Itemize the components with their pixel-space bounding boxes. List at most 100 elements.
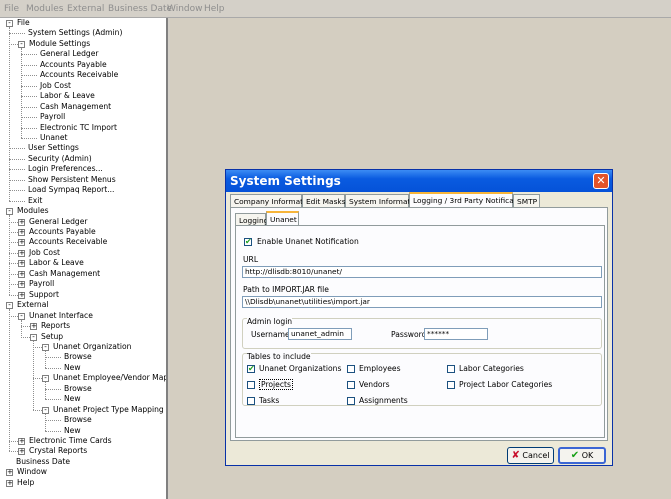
tree-item-load-sympaq-report[interactable]: Load Sympaq Report... xyxy=(28,185,114,195)
tree-item-general-ledger[interactable]: General Ledger xyxy=(29,217,88,227)
tree-item-show-persistent-menus[interactable]: Show Persistent Menus xyxy=(28,175,116,185)
tree-connector xyxy=(9,232,18,233)
expand-icon[interactable]: + xyxy=(18,260,25,268)
expand-icon[interactable]: + xyxy=(18,291,25,299)
tab-edit-masks[interactable]: Edit Masks xyxy=(302,194,346,208)
password-input[interactable]: ****** xyxy=(424,328,488,340)
menu-modules[interactable]: Modules xyxy=(26,4,63,14)
expand-icon[interactable]: + xyxy=(18,229,25,236)
tree-item-setup[interactable]: Setup xyxy=(41,332,63,342)
expand-icon[interactable]: + xyxy=(18,281,25,289)
expand-icon[interactable]: + xyxy=(18,438,25,445)
menu-help[interactable]: Help xyxy=(204,4,225,14)
close-icon[interactable]: ✕ xyxy=(593,173,609,189)
tree-item-labor-leave[interactable]: Labor & Leave xyxy=(29,258,84,268)
tree-item-unanet[interactable]: Unanet xyxy=(40,133,68,143)
tree-item-module-settings[interactable]: Module Settings xyxy=(29,39,90,49)
checkbox-vendors[interactable] xyxy=(347,381,355,389)
tree-item-unanet-organization[interactable]: Unanet Organization xyxy=(53,342,131,352)
collapse-icon[interactable]: - xyxy=(18,40,25,48)
tree-item-new[interactable]: New xyxy=(64,394,81,404)
tree-item-unanet-interface[interactable]: Unanet Interface xyxy=(29,311,93,321)
tree-item-security-admin[interactable]: Security (Admin) xyxy=(28,154,92,164)
tree-item-support[interactable]: Support xyxy=(29,290,59,300)
checkbox-employees[interactable] xyxy=(347,365,355,373)
tree-connector xyxy=(9,315,18,317)
tree-item-accounts-payable[interactable]: Accounts Payable xyxy=(29,227,96,237)
tree-item-business-date[interactable]: Business Date xyxy=(16,457,70,467)
tree-item-general-ledger[interactable]: General Ledger xyxy=(40,49,99,59)
tree-item-browse[interactable]: Browse xyxy=(64,352,92,362)
tree-item-new[interactable]: New xyxy=(64,426,81,436)
tree-item-accounts-payable[interactable]: Accounts Payable xyxy=(40,60,107,70)
collapse-icon[interactable]: - xyxy=(30,333,37,341)
tree-item-job-cost[interactable]: Job Cost xyxy=(29,248,60,258)
tree-item-new[interactable]: New xyxy=(64,363,81,373)
tree-item-modules[interactable]: Modules xyxy=(17,206,49,216)
expand-icon[interactable]: + xyxy=(18,270,25,278)
checkbox-unanet-organizations[interactable]: ✔ xyxy=(247,365,255,373)
tree-item-browse[interactable]: Browse xyxy=(64,415,92,425)
checkbox-assignments[interactable] xyxy=(347,397,355,405)
expand-icon[interactable]: + xyxy=(6,469,13,477)
expand-icon[interactable]: + xyxy=(30,323,37,331)
username-input[interactable]: unanet_admin xyxy=(288,328,352,340)
collapse-icon[interactable]: - xyxy=(42,406,49,414)
expand-icon[interactable]: + xyxy=(18,249,25,257)
import-jar-path-input[interactable]: \\Dlisdb\unanet\utilities\import.jar xyxy=(242,296,602,308)
tree-item-external[interactable]: External xyxy=(17,300,49,310)
tree-item-file[interactable]: File xyxy=(17,18,30,28)
collapse-icon[interactable]: - xyxy=(6,208,13,216)
menu-window[interactable]: Window xyxy=(167,4,203,14)
checkbox-labor-categories[interactable] xyxy=(447,365,455,373)
tree-item-electronic-tc-import[interactable]: Electronic TC Import xyxy=(40,123,117,133)
expand-icon[interactable]: + xyxy=(6,479,13,487)
cancel-button[interactable]: ✘ Cancel xyxy=(507,447,554,464)
ok-button[interactable]: ✔ OK xyxy=(558,447,606,464)
checkbox-projects[interactable] xyxy=(247,381,255,389)
tree-item-crystal-reports[interactable]: Crystal Reports xyxy=(29,446,87,456)
tree-item-accounts-receivable[interactable]: Accounts Receivable xyxy=(40,70,118,80)
tab-logging-3rd-party-notification[interactable]: Logging / 3rd Party Notification xyxy=(409,192,528,208)
tree-item-reports[interactable]: Reports xyxy=(41,321,70,331)
tree-item-accounts-receivable[interactable]: Accounts Receivable xyxy=(29,237,107,247)
tree-item-login-preferences[interactable]: Login Preferences... xyxy=(28,164,103,174)
expand-icon[interactable]: + xyxy=(18,448,25,456)
tree-item-job-cost[interactable]: Job Cost xyxy=(40,81,71,91)
tree-item-cash-management[interactable]: Cash Management xyxy=(29,269,100,279)
collapse-icon[interactable]: - xyxy=(42,375,49,383)
menu-business-date[interactable]: Business Date xyxy=(108,4,172,14)
tree-item-help[interactable]: Help xyxy=(17,478,34,488)
tree-item-user-settings[interactable]: User Settings xyxy=(28,143,79,153)
tab-company-information[interactable]: Company Information xyxy=(230,194,314,208)
checkbox-project-labor-categories[interactable] xyxy=(447,381,455,389)
tree-item-labor-leave[interactable]: Labor & Leave xyxy=(40,91,95,101)
tree-item-payroll[interactable]: Payroll xyxy=(40,112,65,122)
navigation-tree[interactable]: - File System Settings (Admin) - Module Sett… xyxy=(0,18,168,499)
tree-item-exit[interactable]: Exit xyxy=(28,196,42,206)
tree-item-electronic-time-cards[interactable]: Electronic Time Cards xyxy=(29,436,112,446)
menu-file[interactable]: File xyxy=(4,4,19,14)
menu-external[interactable]: External xyxy=(67,4,104,14)
expand-icon[interactable]: + xyxy=(18,218,25,226)
subtab-unanet[interactable]: Unanet xyxy=(266,211,299,226)
url-input[interactable]: http://dlisdb:8010/unanet/ xyxy=(242,266,602,278)
dialog-titlebar[interactable]: System Settings ✕ xyxy=(226,170,612,192)
tree-item-unanet-project-type-mapping[interactable]: Unanet Project Type Mapping xyxy=(53,405,164,415)
collapse-icon[interactable]: - xyxy=(6,20,13,27)
tree-item-payroll[interactable]: Payroll xyxy=(29,279,54,289)
collapse-icon[interactable]: - xyxy=(18,312,25,320)
tree-item-cash-management[interactable]: Cash Management xyxy=(40,102,111,112)
tree-connector xyxy=(9,252,18,254)
enable-unanet-checkbox[interactable]: ✔ xyxy=(244,238,252,246)
tree-item-unanet-employee-vendor-mapping[interactable]: Unanet Employee/Vendor Mapping xyxy=(53,373,166,383)
checkbox-tasks[interactable] xyxy=(247,397,255,405)
collapse-icon[interactable]: - xyxy=(42,343,49,351)
expand-icon[interactable]: + xyxy=(18,239,25,247)
tree-item-browse[interactable]: Browse xyxy=(64,384,92,394)
tab-smtp[interactable]: SMTP xyxy=(513,194,540,208)
tree-item-window[interactable]: Window xyxy=(17,467,47,477)
collapse-icon[interactable]: - xyxy=(6,302,13,310)
tab-system-information[interactable]: System Information xyxy=(345,194,422,208)
tree-item-system-settings-admin[interactable]: System Settings (Admin) xyxy=(28,28,122,38)
